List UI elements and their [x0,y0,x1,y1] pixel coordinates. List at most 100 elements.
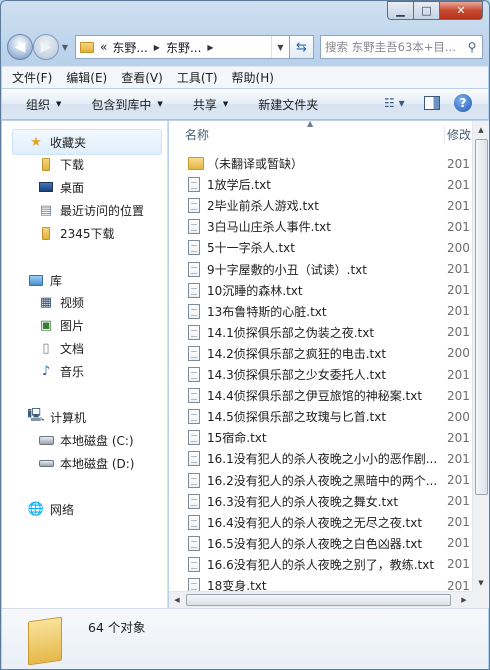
breadcrumb-segment-1[interactable]: 东野... [112,39,147,56]
recent-pages-dropdown[interactable]: ▼ [59,43,71,52]
nav-videos[interactable]: ▦ 视频 [38,291,84,313]
file-row[interactable]: 1放学后.txt 201 [169,174,472,195]
maximize-button[interactable]: □ [414,1,440,20]
organize-button[interactable]: 组织 ▼ [26,96,61,113]
file-row[interactable]: 16.5没有犯人的杀人夜晚之白色凶器.txt 201 [169,533,472,554]
file-row[interactable]: （未翻译或暂缺） 201 [169,153,472,174]
nav-documents[interactable]: ▯ 文档 [38,337,84,359]
share-button[interactable]: 共享 ▼ [193,96,228,113]
minimize-button[interactable]: ▁ [387,1,414,20]
nav-drive-d[interactable]: 本地磁盘 (D:) [38,452,134,474]
toolbar-right: ☷ ▾ ? [384,94,472,112]
file-row[interactable]: 15宿命.txt 201 [169,427,472,448]
nav-videos-label: 视频 [60,295,85,310]
column-name[interactable]: 名称 [185,126,209,143]
scroll-up-icon[interactable]: ▲ [473,121,489,138]
file-date: 201 [447,198,470,213]
column-modified[interactable]: 修改 [444,125,471,143]
horizontal-scrollbar[interactable]: ◀ ▶ [169,591,472,608]
vertical-scroll-thumb[interactable] [475,139,488,495]
scroll-left-icon[interactable]: ◀ [169,592,185,608]
file-row[interactable]: 16.6没有犯人的杀人夜晚之别了，教练.txt 201 [169,554,472,575]
new-folder-label: 新建文件夹 [258,97,319,112]
change-view-icon[interactable]: ☷ ▾ [384,96,414,110]
close-button[interactable]: ✕ [440,1,483,20]
nav-documents-label: 文档 [60,341,85,356]
horizontal-scroll-thumb[interactable] [186,594,451,606]
file-name: 2毕业前杀人游戏.txt [207,199,319,214]
file-row[interactable]: 14.4侦探俱乐部之伊豆旅馆的神秘案.txt 201 [169,385,472,406]
file-name: （未翻译或暂缺） [207,157,304,171]
file-row[interactable]: 16.4没有犯人的杀人夜晚之无尽之夜.txt 201 [169,512,472,533]
back-button[interactable]: ◀ [7,34,33,60]
search-input[interactable]: 搜索 东野圭吾63本+目... ⚲ [320,35,483,59]
file-name: 14.3侦探俱乐部之少女委托人.txt [207,368,387,382]
file-date: 200 [447,346,470,361]
file-name: 14.5侦探俱乐部之玫瑰与匕首.txt [207,410,387,425]
vertical-scrollbar[interactable]: ▲ ▼ [472,121,489,591]
text-file-icon [188,535,200,551]
breadcrumb-separator-icon[interactable]: ▶ [154,43,160,52]
menu-edit[interactable]: 编辑(E) [66,69,107,86]
file-row[interactable]: 2毕业前杀人游戏.txt 201 [169,195,472,216]
address-bar[interactable]: « 东野... ▶ 东野... ▶ ▼ [75,35,290,59]
file-date: 201 [447,494,470,509]
new-folder-button[interactable]: 新建文件夹 [258,96,318,113]
file-row[interactable]: 13布鲁特斯的心脏.txt 201 [169,301,472,322]
menu-tools[interactable]: 工具(T) [177,69,218,86]
refresh-icon: ⇆ [296,39,307,55]
scroll-right-icon[interactable]: ▶ [456,592,472,608]
nav-desktop[interactable]: 桌面 [38,176,84,198]
scroll-down-icon[interactable]: ▼ [473,574,489,591]
menu-help[interactable]: 帮助(H) [232,69,274,86]
nav-libraries[interactable]: 库 [28,269,62,291]
file-name: 13布鲁特斯的心脏.txt [207,304,327,319]
search-icon[interactable]: ⚲ [462,40,482,54]
file-row[interactable]: 5十一字杀人.txt 200 [169,237,472,258]
nav-recent-places[interactable]: ▤ 最近访问的位置 [38,199,144,221]
breadcrumb-segment-2[interactable]: 东野... [166,39,201,56]
share-label: 共享 [192,97,217,112]
help-icon[interactable]: ? [454,94,472,112]
menu-view[interactable]: 查看(V) [121,69,163,86]
file-date: 201 [447,156,470,171]
preview-pane-icon[interactable] [424,96,440,110]
nav-drive-d-label: 本地磁盘 (D:) [60,456,135,471]
address-dropdown-icon[interactable]: ▼ [271,36,289,58]
file-row[interactable]: 14.2侦探俱乐部之疯狂的电击.txt 200 [169,343,472,364]
include-in-library-button[interactable]: 包含到库中 ▼ [91,96,162,113]
libraries-icon [28,272,44,288]
nav-music[interactable]: ♪ 音乐 [38,360,84,382]
nav-2345-downloads[interactable]: 2345下载 [38,222,115,244]
nav-network[interactable]: 🌐 网络 [28,498,74,520]
forward-button[interactable]: ▶ [33,34,59,60]
file-row[interactable]: 3白马山庄杀人事件.txt 201 [169,216,472,237]
file-date: 201 [447,367,470,382]
file-row[interactable]: 16.2没有犯人的杀人夜晚之黑暗中的两个... 201 [169,470,472,491]
recent-places-icon: ▤ [39,202,53,218]
file-date: 201 [447,536,470,551]
menu-file[interactable]: 文件(F) [12,69,52,86]
text-file-icon [188,282,200,298]
file-row[interactable]: 14.3侦探俱乐部之少女委托人.txt 201 [169,364,472,385]
text-file-icon [188,556,200,572]
address-overflow[interactable]: « [100,40,107,54]
file-row[interactable]: 10沉睡的森林.txt 201 [169,280,472,301]
nav-drive-c[interactable]: 本地磁盘 (C:) [38,429,134,451]
text-file-icon [188,493,200,509]
arrow-left-icon: ◀ [14,39,26,55]
breadcrumb-separator-icon[interactable]: ▶ [207,43,213,52]
refresh-button[interactable]: ⇆ [290,35,314,59]
file-row[interactable]: 16.3没有犯人的杀人夜晚之舞女.txt 201 [169,491,472,512]
nav-favorites[interactable]: ★ 收藏夹 [28,131,86,153]
file-list-pane: ▲ 名称 修改 （未翻译或暂缺） 201 1放学后.txt 201 2毕业前杀人游戏.t… [169,119,489,608]
file-row[interactable]: 16.1没有犯人的杀人夜晚之小小的恶作剧... 201 [169,448,472,469]
file-row[interactable]: 14.1侦探俱乐部之伪装之夜.txt 201 [169,322,472,343]
star-icon: ★ [30,134,42,150]
nav-computer[interactable]: 🖳 计算机 [27,406,86,428]
file-row[interactable]: 9十字屋敷的小丑（试读）.txt 201 [169,259,472,280]
file-row[interactable]: 14.5侦探俱乐部之玫瑰与匕首.txt 200 [169,406,472,427]
pictures-icon: ▣ [39,317,53,333]
nav-pictures[interactable]: ▣ 图片 [38,314,84,336]
nav-downloads[interactable]: 下载 [38,153,84,175]
